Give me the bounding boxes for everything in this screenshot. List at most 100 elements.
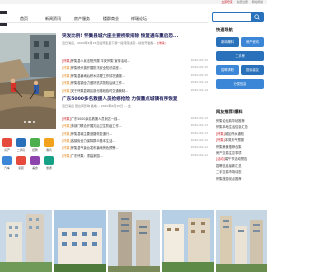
news-item[interactable]: [怀集]怀集县气象台发布暴雨黄色预警... 2020-06-12 [62,145,208,152]
news-headline-2[interactable]: 广东5000多名救援人员抢修抢险 力保重点城镇有序恢复 [62,96,208,102]
hero-slider[interactable] [0,33,56,129]
thumbnail[interactable] [108,210,160,272]
news-item-date: 2020-06-15 [190,65,208,70]
news-item[interactable]: [怀集]多部门联合开展灾后卫生防疫工作... 2020-06-13 [62,123,208,130]
thumbnail[interactable] [0,210,52,272]
hero-dot[interactable] [32,120,36,123]
hero-dot[interactable] [24,120,27,123]
news-item[interactable]: [怀集]怀集桥头镇开展防汛安全知识讲座... 2020-06-15 [62,65,208,72]
category-jobs[interactable]: 招聘 [29,138,41,152]
category-education[interactable]: 教育 [43,138,55,152]
thumbnail[interactable] [216,210,267,272]
hot-item-text: 房产交易注意事项 [216,150,242,155]
news-item-date: 2020-06-14 [190,87,208,92]
news-item[interactable]: [怀集]怀集县城主要道路恢复通行... 2020-06-13 [62,131,208,138]
category-home[interactable]: 家居 [15,156,27,170]
category-label: 教育 [46,148,52,152]
quick-button-tip[interactable]: 新闻爆料 [216,37,239,47]
category-car[interactable]: 汽车 [1,156,13,170]
news-item-date: 2020-06-13 [190,115,208,120]
quick-button-feedback[interactable]: 投诉建议 [241,65,264,75]
residential-photo [54,210,106,272]
news-item[interactable]: [怀集]怀集县暴雨后积水清理工作情况通报... 2020-06-15 [62,73,208,80]
news-item-date: 2020-06-13 [190,123,208,128]
news-item-tag: [怀集] [62,124,71,129]
quick-nav-title: 快速导航 [216,27,233,32]
news-item[interactable]: [怀集]各镇街全力保障群众基本生活... 2020-06-12 [62,138,208,145]
hot-item-text: 城区停水通知 [224,131,244,136]
news-item[interactable]: [怀集]怀集各镇全力做好抗洪抢险后续工作... 2020-06-14 [62,80,208,87]
key-icon [16,138,26,147]
category-label: 汽车 [4,166,10,170]
news-item-date: 2020-06-15 [190,57,208,62]
news-headline[interactable]: 突发比例! 怀集县城六座主要桥梁排除 恢复通车重启恐... [62,33,208,39]
news-item-text: 广东5000余名救援人员到达一线... [70,116,121,121]
quick-button-property[interactable]: 房产资讯 [241,37,264,47]
hot-item-text: 端午节活动预告 [224,157,248,162]
hot-item[interactable]: 怀集旅游景点推荐 [216,176,266,182]
thumbnail[interactable] [162,210,214,272]
hot-item-text: 怀集论坛精华帖推荐 [216,119,245,123]
hot-item-tag: [活动] [216,157,225,162]
hero-image [0,33,56,129]
building-photo [0,210,52,272]
category-house[interactable]: 房产 [1,138,13,152]
hot-item-tag: [怀集] [216,131,225,136]
quick-button-secondhand[interactable]: 二手房 [216,51,264,61]
quick-button-classifieds[interactable]: 分类信息 [216,79,264,89]
nav-commerce[interactable]: 楼群商业 [103,16,119,22]
news-item-date: 2020-06-15 [190,72,208,77]
hot-list-title: 网友推荐/爆料 [216,109,243,114]
news-item[interactable]: [怀集]怀集县人民法院开展‘平安怀集’宣传活动... 2020-06-15 [62,58,208,65]
hero-dot[interactable] [28,120,31,123]
news-item-tag: [怀集] [62,81,71,86]
news-item-text: 怀集县城主要道路恢复通行... [70,131,113,136]
category-food[interactable]: 美食 [29,156,41,170]
house-icon [2,138,12,147]
search-input[interactable] [212,12,264,22]
category-label: 招聘 [32,148,38,152]
hot-item-text: 怀集美食推荐合集 [216,144,242,149]
thumbnail[interactable] [54,210,106,272]
hero-pagination [24,120,36,123]
complex-photo [216,210,267,272]
news-item-tag: [怀集] [62,58,71,63]
news-item-tag: [怀集] [62,146,71,151]
news-item-text: 多部门联合开展灾后卫生防疫工作... [70,124,122,129]
news-item-text: 关于怀集县城区部分路段临时交通管制... [70,88,129,93]
nav-news[interactable]: 新闻资讯 [45,16,61,22]
nav-home[interactable]: 首页 [20,16,28,22]
news-item-date: 2020-06-12 [190,138,208,143]
news-item-tag: [怀集] [62,88,71,93]
nav-property[interactable]: 房产服务 [74,16,90,22]
news-list: [怀集]怀集县人民法院开展‘平安怀集’宣传活动... 2020-06-15 [怀集… [62,58,208,95]
news-item[interactable]: [怀集]关于怀集县城区部分路段临时交通管制... 2020-06-14 [62,88,208,95]
news-list-2: [怀集]广东5000余名救援人员到达一线... 2020-06-13 [怀集]多部… [62,116,208,160]
hot-list: 怀集论坛精华帖推荐 怀集本地生活信息汇总 [怀集]城区停水通知 [怀集]本周天气… [216,118,266,182]
news-item-text: 各镇街全力保障群众基本生活... [70,139,116,144]
nav-forum[interactable]: 祥瑞论坛 [131,16,147,22]
news-item[interactable]: [怀集]广东5000余名救援人员到达一线... 2020-06-13 [62,116,208,123]
sofa-icon [16,156,26,165]
news-more-link[interactable]: [详情] [157,41,165,45]
category-label: 家居 [18,166,24,170]
news-summary-text: 近日消息，2020年6月15日后怀集县下游一段河床决定...综合开发各... [62,40,157,45]
search-button[interactable] [251,13,263,21]
quick-button-jobs[interactable]: 招聘求职 [216,65,239,75]
news-item-tag: [怀集] [62,66,71,71]
category-label: 旅游 [46,166,52,170]
tower-photo [108,210,160,272]
news-item-text: 怀集桥头镇开展防汛安全知识讲座... [70,66,122,71]
food-icon [30,156,40,165]
category-travel[interactable]: 旅游 [43,156,55,170]
news-item-text: 怀集县人民法院开展‘平安怀集’宣传活动... [70,58,131,63]
news-item-date: 2020-06-13 [190,130,208,135]
car-icon [2,156,12,165]
category-secondhand[interactable]: 二手房 [15,138,27,152]
news-item[interactable]: [怀集]广东怀集：重建家园... 2020-06-12 [62,153,208,160]
main-nav: 首页 新闻资讯 房产服务 楼群商业 祥瑞论坛 [0,14,208,23]
news-item-date: 2020-06-12 [190,145,208,150]
news-item-tag: [怀集] [62,153,71,158]
news-item-tag: [怀集] [62,116,71,121]
category-label: 美食 [32,166,38,170]
